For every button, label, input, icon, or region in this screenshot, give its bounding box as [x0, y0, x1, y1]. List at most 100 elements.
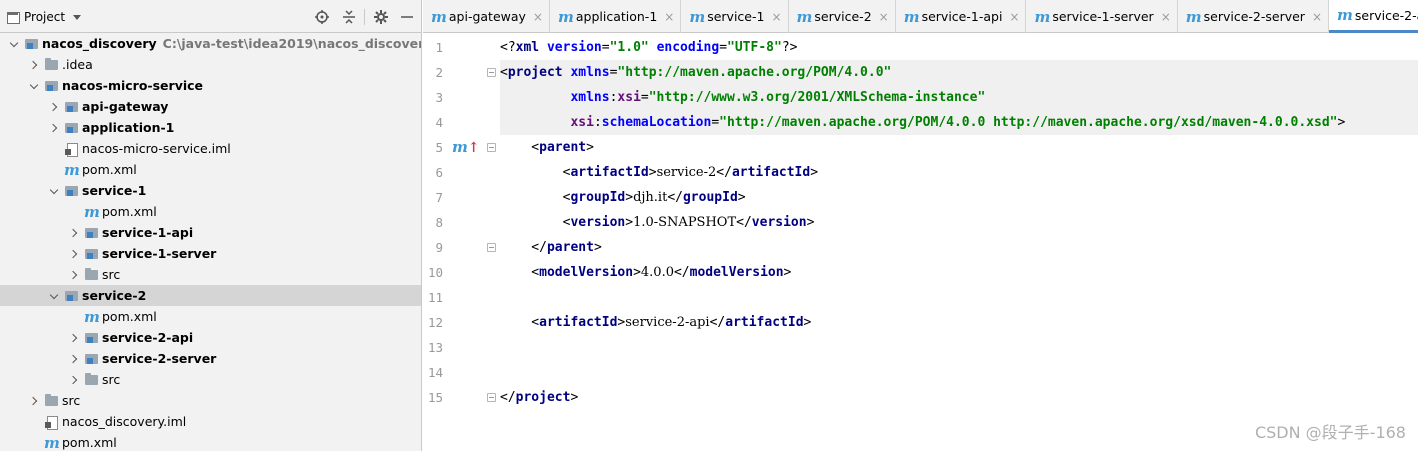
tree-node[interactable]: nacos-micro-service: [0, 75, 421, 96]
tree-node[interactable]: application-1: [0, 117, 421, 138]
code-token: xmlns: [570, 90, 610, 105]
collapse-icon[interactable]: [339, 7, 359, 27]
chevron-down-icon[interactable]: [28, 80, 40, 92]
code-token: >: [803, 315, 812, 330]
editor-tab[interactable]: mservice-2-api×: [1329, 0, 1418, 33]
tree-node-name: src: [62, 393, 81, 408]
tree-node[interactable]: src: [0, 369, 421, 390]
chevron-right-icon[interactable]: [28, 59, 40, 71]
tree-node[interactable]: src: [0, 264, 421, 285]
tree-node[interactable]: service-1: [0, 180, 421, 201]
chevron-right-icon[interactable]: [68, 374, 80, 386]
editor-tab[interactable]: m service-1-server ×: [1026, 0, 1178, 33]
tree-node[interactable]: m pom.xml: [0, 159, 421, 180]
tree-node[interactable]: service-1-api: [0, 222, 421, 243]
tree-node[interactable]: nacos-micro-service.iml: [0, 138, 421, 159]
tree-node-name: src: [102, 372, 121, 387]
close-icon[interactable]: ×: [1009, 10, 1019, 24]
tree-node-label: pom.xml: [102, 309, 157, 324]
tree-node-name: nacos-micro-service.iml: [82, 141, 231, 156]
project-tree: nacos_discovery C:\java-test\idea2019\nac…: [0, 33, 421, 451]
tree-node[interactable]: m pom.xml: [0, 432, 421, 451]
chevron-right-icon[interactable]: [68, 332, 80, 344]
tree-node[interactable]: api-gateway: [0, 96, 421, 117]
code-token: "1.0": [609, 40, 657, 55]
chevron-right-icon[interactable]: [68, 248, 80, 260]
fold-toggle-icon[interactable]: [487, 143, 496, 152]
code-token: >: [783, 265, 792, 280]
tree-node[interactable]: nacos_discovery.iml: [0, 411, 421, 432]
code-token: "http://maven.apache.org/POM/4.0.0 http:…: [719, 115, 1338, 130]
code-editor[interactable]: m↑ 1 2 3 4 5 6 7 8 9 10 11 12 13 14 15 <?xml version="…: [423, 34, 1418, 451]
close-icon[interactable]: ×: [664, 10, 674, 24]
code-line[interactable]: <artifactId>service-2-api</artifactId>: [500, 310, 811, 335]
gear-icon[interactable]: [371, 7, 391, 27]
code-token: service-2-api: [625, 315, 710, 330]
code-line[interactable]: xsi:schemaLocation="http://maven.apache.…: [500, 110, 1418, 135]
code-line[interactable]: <?xml version="1.0" encoding="UTF-8"?>: [500, 35, 797, 60]
chevron-right-icon[interactable]: [68, 227, 80, 239]
chevron-right-icon[interactable]: [48, 101, 60, 113]
tree-node[interactable]: service-2-server: [0, 348, 421, 369]
project-view-selector[interactable]: Project: [6, 8, 82, 26]
chevron-right-icon[interactable]: [28, 395, 40, 407]
code-line[interactable]: </project>: [500, 385, 578, 410]
close-icon[interactable]: ×: [771, 10, 781, 24]
fold-toggle-icon[interactable]: [487, 68, 496, 77]
editor-tab-bar: m api-gateway × m application-1 × m service-1 × m…: [423, 0, 1418, 33]
chevron-down-icon[interactable]: [8, 38, 20, 50]
editor-tab[interactable]: m application-1 ×: [550, 0, 682, 33]
code-area[interactable]: <?xml version="1.0" encoding="UTF-8"?> <p…: [500, 34, 1418, 451]
fold-toggle-icon[interactable]: [487, 393, 496, 402]
tree-node-name: service-2-server: [102, 351, 217, 366]
tree-node[interactable]: service-1-server: [0, 243, 421, 264]
fold-toggle-icon[interactable]: [487, 243, 496, 252]
code-token: groupId: [682, 190, 738, 205]
chevron-right-icon[interactable]: [68, 269, 80, 281]
chevron-right-icon[interactable]: [68, 353, 80, 365]
maven-icon: m: [84, 308, 100, 326]
editor-tab[interactable]: m service-1 ×: [681, 0, 789, 33]
code-token: >: [737, 190, 746, 205]
code-line[interactable]: <groupId>djh.it</groupId>: [500, 185, 746, 210]
code-line[interactable]: <modelVersion>4.0.0</modelVersion>: [500, 260, 791, 285]
tree-node-name: pom.xml: [62, 435, 117, 450]
code-token: >: [625, 190, 634, 205]
code-token: >: [633, 265, 641, 280]
chevron-down-icon[interactable]: [48, 290, 60, 302]
tree-node[interactable]: nacos_discovery C:\java-test\idea2019\nac…: [0, 33, 421, 54]
tree-node-label: src: [102, 372, 120, 387]
chevron-down-icon[interactable]: [48, 185, 60, 197]
editor-tab[interactable]: m service-2 ×: [789, 0, 896, 33]
close-icon[interactable]: ×: [533, 10, 543, 24]
editor-tab[interactable]: m service-2-server ×: [1178, 0, 1330, 33]
maven-parent-gutter-icon[interactable]: m↑: [452, 138, 480, 156]
code-line[interactable]: xmlns:xsi="http://www.w3.org/2001/XMLSch…: [500, 85, 1418, 110]
chevron-right-icon[interactable]: [48, 122, 60, 134]
editor-tab[interactable]: m api-gateway ×: [423, 0, 550, 33]
tree-node[interactable]: service-2: [0, 285, 421, 306]
tree-node[interactable]: .idea: [0, 54, 421, 75]
code-line[interactable]: <parent>: [500, 135, 594, 160]
close-icon[interactable]: ×: [1161, 10, 1171, 24]
code-line[interactable]: <project xmlns="http://maven.apache.org/…: [500, 60, 1418, 85]
tree-node[interactable]: m pom.xml: [0, 201, 421, 222]
code-line[interactable]: <version>1.0-SNAPSHOT</version>: [500, 210, 815, 235]
tree-node[interactable]: m pom.xml: [0, 306, 421, 327]
tree-node[interactable]: src: [0, 390, 421, 411]
crosshair-icon[interactable]: [312, 7, 332, 27]
close-icon[interactable]: ×: [879, 10, 889, 24]
code-token: encoding: [656, 40, 720, 55]
maven-icon: m: [1034, 7, 1051, 26]
tree-node[interactable]: service-2-api: [0, 327, 421, 348]
editor-tab[interactable]: m service-1-api ×: [896, 0, 1027, 33]
close-icon[interactable]: ×: [1312, 10, 1322, 24]
code-line[interactable]: <artifactId>service-2</artifactId>: [500, 160, 818, 185]
minimize-icon[interactable]: [397, 7, 417, 27]
code-token: =: [640, 90, 649, 105]
code-token: >: [570, 390, 579, 405]
code-token: </: [673, 265, 690, 280]
code-token: parent: [539, 140, 587, 155]
code-line[interactable]: </parent>: [500, 235, 601, 260]
code-token: </: [500, 390, 516, 405]
